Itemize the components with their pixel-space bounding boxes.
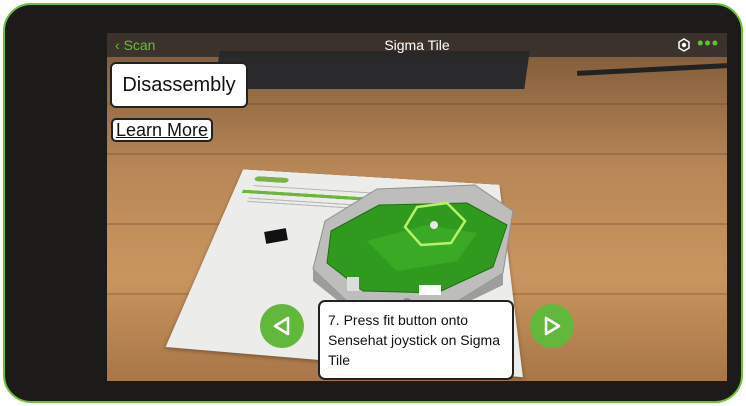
play-right-icon — [544, 316, 561, 336]
learn-more-link[interactable]: Learn More — [111, 118, 213, 142]
wood-grain — [107, 153, 727, 155]
more-icon[interactable]: ••• — [697, 33, 719, 54]
next-step-button[interactable] — [530, 304, 574, 348]
3d-model-sigma-tile[interactable] — [307, 181, 517, 313]
previous-step-button[interactable] — [260, 304, 304, 348]
sheet-logo — [253, 176, 290, 184]
section-label: Disassembly — [110, 62, 248, 108]
cable — [576, 63, 727, 76]
target-icon[interactable] — [677, 38, 691, 52]
step-instruction: 7. Press fit button onto Sensehat joysti… — [318, 300, 514, 380]
top-navigation-bar: ‹ Scan Sigma Tile ••• — [107, 33, 727, 57]
screen-title: Sigma Tile — [384, 37, 450, 53]
play-left-icon — [273, 316, 290, 336]
